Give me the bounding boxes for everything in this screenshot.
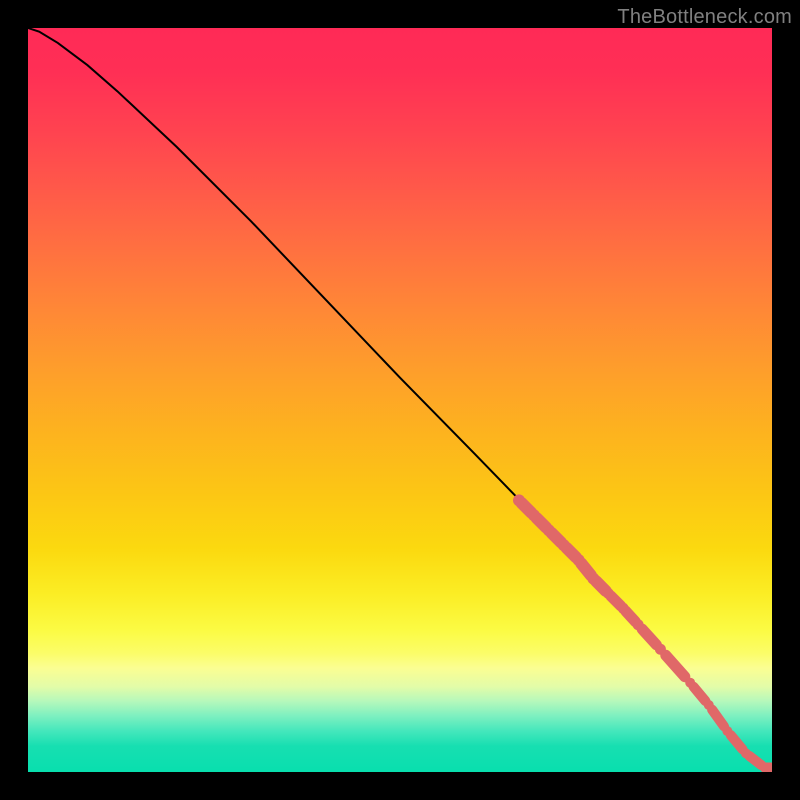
- marker-dot: [633, 619, 644, 630]
- chart-markers: [513, 494, 772, 772]
- marker-segment: [731, 735, 743, 749]
- marker-dot: [543, 524, 555, 536]
- marker-segment: [712, 710, 724, 727]
- marker-dot: [513, 494, 525, 506]
- marker-segment: [749, 756, 761, 765]
- marker-segment: [666, 655, 685, 676]
- marker-segment: [626, 611, 636, 621]
- marker-dot: [558, 539, 570, 551]
- marker-dot: [655, 644, 666, 655]
- marker-dot: [741, 748, 751, 758]
- attribution-text: TheBottleneck.com: [617, 6, 792, 29]
- marker-dot: [528, 509, 540, 521]
- marker-segment: [581, 563, 591, 575]
- marker-dot: [704, 700, 714, 710]
- chart-line: [28, 28, 772, 768]
- chart-container: TheBottleneck.com: [0, 0, 800, 800]
- marker-dot: [603, 588, 614, 599]
- chart-svg: [28, 28, 772, 772]
- marker-segment: [642, 629, 656, 645]
- marker-dot: [685, 678, 695, 688]
- marker-dot: [618, 603, 629, 614]
- marker-dot: [722, 726, 732, 736]
- marker-segment: [694, 687, 706, 701]
- plot-area: [28, 28, 772, 772]
- marker-dot: [573, 554, 585, 566]
- marker-dot: [587, 573, 599, 585]
- marker-segment: [611, 596, 621, 606]
